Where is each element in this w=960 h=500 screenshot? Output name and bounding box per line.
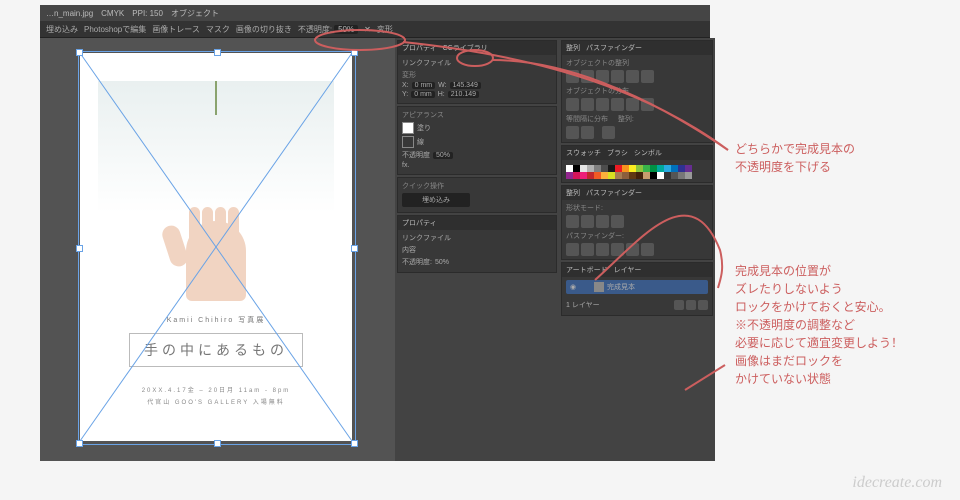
transform-label[interactable]: 変形 bbox=[377, 24, 393, 35]
stroke-swatch[interactable] bbox=[402, 136, 414, 148]
swatches-panel[interactable]: スウォッチブラシシンボル bbox=[561, 145, 713, 183]
quick-embed-button[interactable]: 埋め込み bbox=[402, 193, 470, 207]
align-panel[interactable]: 整列パスファインダー オブジェクトの整列 オブジェクトの分布 等間隔に分布 整列… bbox=[561, 40, 713, 143]
poster-title: 手の中にあるもの bbox=[80, 333, 352, 367]
visibility-icon[interactable]: ◉ bbox=[568, 282, 578, 292]
hand-graphic bbox=[141, 201, 291, 301]
mask-button[interactable]: マスク bbox=[206, 24, 230, 35]
appearance-opacity-field[interactable]: 50% bbox=[433, 152, 453, 159]
lock-icon[interactable] bbox=[581, 282, 591, 292]
poster-date: 20XX.4.17金 – 20日月 11am - 8pm bbox=[80, 385, 352, 394]
close-icon[interactable]: ✕ bbox=[364, 25, 371, 34]
menubar: …n_main.jpg CMYK PPI: 150 オブジェクト bbox=[40, 5, 710, 21]
placed-image[interactable] bbox=[98, 81, 334, 301]
appearance-panel[interactable]: アピアランス 塗り 線 不透明度50% fx. bbox=[397, 106, 557, 175]
fill-swatch[interactable] bbox=[402, 122, 414, 134]
layers-panel[interactable]: アートボードレイヤー ◉ 完成見本 1 レイヤー bbox=[561, 262, 713, 316]
image-trace-button[interactable]: 画像トレース bbox=[152, 24, 200, 35]
right-dock: プロパティCCライブラリ リンクファイル 変形 X:0 mm W:145.349… bbox=[395, 38, 715, 461]
quick-actions-panel[interactable]: クイック操作 埋め込み bbox=[397, 177, 557, 213]
crop-button[interactable]: 画像の切り抜き bbox=[236, 24, 292, 35]
opacity-field[interactable]: 50% bbox=[334, 25, 358, 34]
options-bar: 埋め込み Photoshopで編集 画像トレース マスク 画像の切り抜き 不透明… bbox=[40, 21, 710, 38]
layer-name: 完成見本 bbox=[607, 282, 635, 292]
ppi-readout: PPI: 150 bbox=[132, 9, 163, 18]
poster-subtitle: Kamii Chihiro 写真展 bbox=[80, 315, 352, 325]
link-panel[interactable]: プロパティ リンクファイル 内容 不透明度:50% bbox=[397, 215, 557, 273]
poster-place: 代官山 GOO'S GALLERY 入場無料 bbox=[80, 397, 352, 406]
opacity-label: 不透明度: bbox=[298, 24, 332, 35]
link-opacity-value: 50% bbox=[435, 259, 449, 266]
edit-photoshop-button[interactable]: Photoshopで編集 bbox=[84, 24, 146, 35]
layer-row[interactable]: ◉ 完成見本 bbox=[566, 280, 708, 294]
swatch-grid[interactable] bbox=[566, 165, 708, 179]
color-mode: CMYK bbox=[101, 9, 124, 18]
overprint-label: オブジェクト bbox=[171, 8, 219, 19]
properties-panel[interactable]: プロパティCCライブラリ リンクファイル 変形 X:0 mm W:145.349… bbox=[397, 40, 557, 104]
embed-button[interactable]: 埋め込み bbox=[46, 24, 78, 35]
pathfinder-panel[interactable]: 整列パスファインダー 形状モード: パスファインダー: bbox=[561, 185, 713, 260]
artboard: Somethingin your hand Kamii Chihiro 写真展 … bbox=[80, 53, 352, 441]
canvas[interactable]: Somethingin your hand Kamii Chihiro 写真展 … bbox=[40, 38, 395, 461]
doc-filename: …n_main.jpg bbox=[46, 9, 93, 18]
watermark: idecreate.com bbox=[852, 474, 942, 492]
annotation-opacity: どちらかで完成見本の不透明度を下げる bbox=[735, 140, 855, 176]
illustrator-window: …n_main.jpg CMYK PPI: 150 オブジェクト 埋め込み Ph… bbox=[40, 5, 710, 460]
annotation-lock: 完成見本の位置が ズレたりしないよう ロックをかけておくと安心。 ※不透明度の調… bbox=[735, 262, 903, 388]
